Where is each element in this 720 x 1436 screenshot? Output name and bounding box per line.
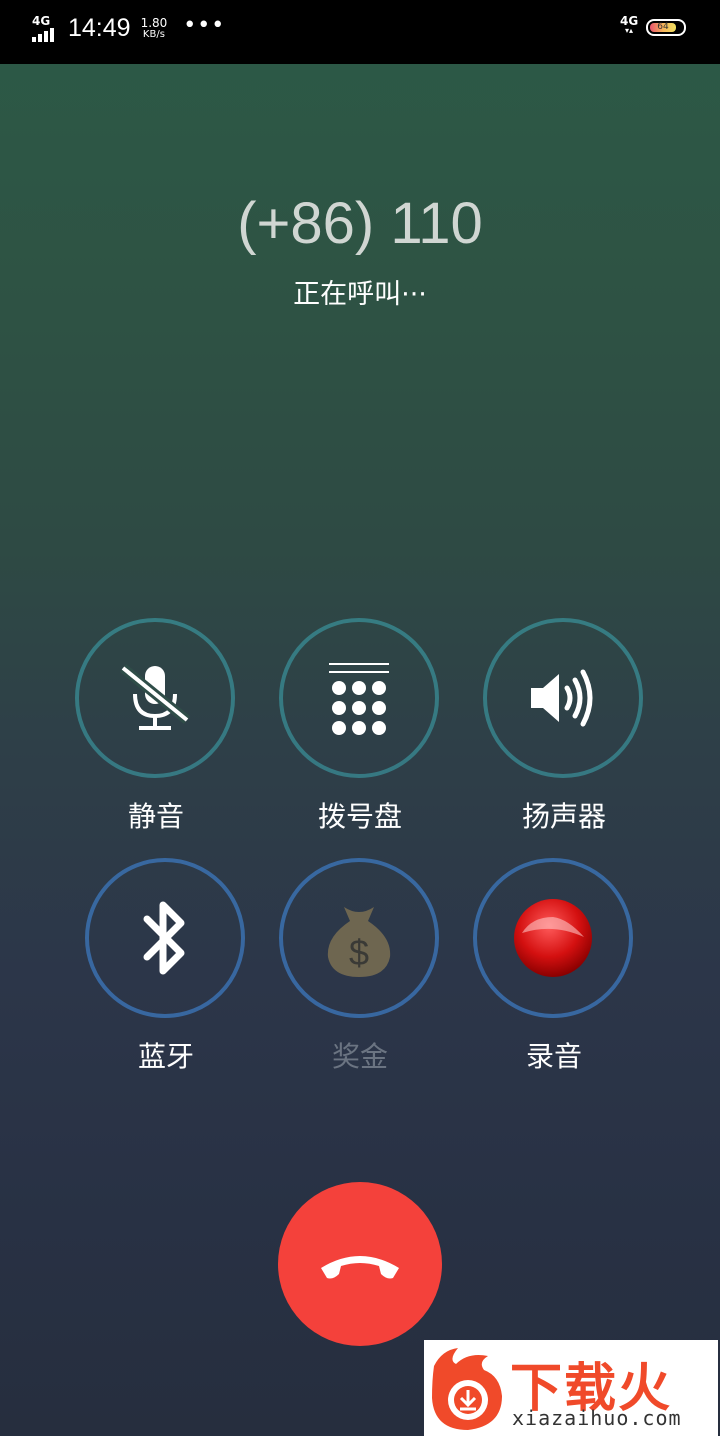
money-bag-icon: $ (327, 907, 391, 977)
record-icon (514, 899, 592, 977)
fire-logo-icon (432, 1348, 502, 1430)
watermark: 下载火 xiazaihuo.com (424, 1340, 718, 1436)
network-speed: 1.80 KB/s (141, 17, 168, 41)
clock: 14:49 (68, 14, 131, 42)
bluetooth-icon (143, 901, 185, 975)
dialpad-button[interactable] (279, 618, 439, 778)
speed-value: 1.80 (140, 15, 168, 30)
call-status: 正在呼叫··· (293, 279, 427, 310)
network-type-left: 4G (32, 13, 51, 28)
bluetooth-label: 蓝牙 (137, 1040, 194, 1073)
phone-hangup-icon (321, 1256, 399, 1279)
status-bar: 4G 14:49 1.80 KB/s ••• 4G ▾▴ 64 (0, 0, 720, 64)
speaker-icon (531, 669, 593, 727)
watermark-url: xiazaihuo.com (512, 1406, 682, 1430)
speed-unit: KB/s (142, 28, 165, 40)
dialpad-icon (329, 663, 389, 735)
bonus-button[interactable]: $ (279, 858, 439, 1018)
cellular-signal-icon: 4G (30, 13, 60, 42)
data-network-icon: 4G ▾▴ (620, 14, 639, 35)
bluetooth-button[interactable] (85, 858, 245, 1018)
battery-icon: 64 (646, 18, 686, 36)
more-notifications-icon: ••• (183, 13, 226, 38)
bonus-label: 奖金 (331, 1040, 388, 1073)
record-button[interactable] (473, 858, 633, 1018)
mute-button[interactable] (75, 618, 235, 778)
microphone-muted-icon (119, 664, 191, 730)
record-label: 录音 (525, 1040, 582, 1073)
svg-text:$: $ (349, 932, 369, 973)
speaker-button[interactable] (483, 618, 643, 778)
mute-label: 静音 (127, 800, 184, 833)
battery-level: 64 (650, 22, 676, 32)
dialpad-label: 拨号盘 (317, 800, 402, 833)
phone-number: (+86) 110 (237, 191, 483, 256)
end-call-button[interactable] (278, 1182, 442, 1346)
speaker-label: 扬声器 (521, 800, 606, 833)
